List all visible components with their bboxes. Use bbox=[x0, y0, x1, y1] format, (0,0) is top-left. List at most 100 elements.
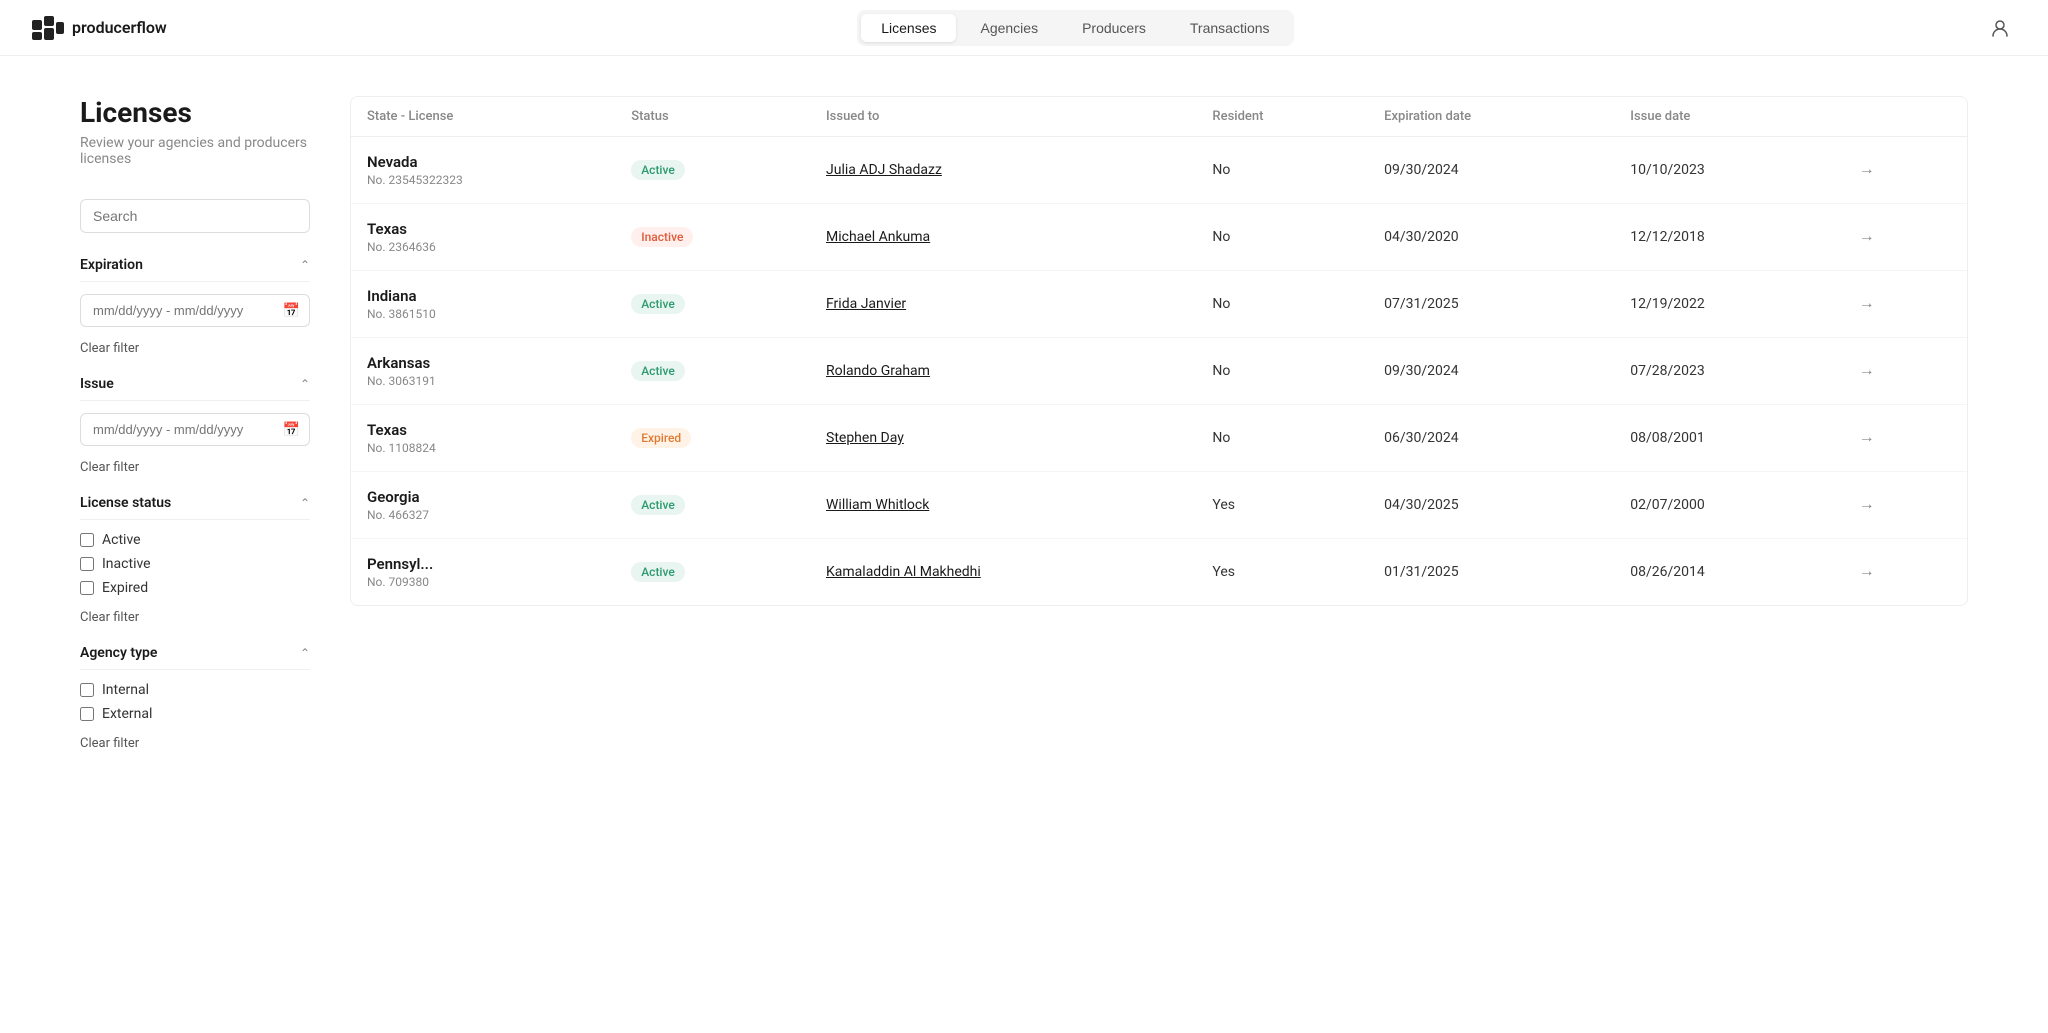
issue-date-val-4: 08/08/2001 bbox=[1630, 430, 1705, 446]
cell-issue-date-4: 08/08/2001 bbox=[1614, 405, 1834, 472]
agency-type-clear-filter[interactable]: Clear filter bbox=[80, 736, 139, 751]
agency-type-chevron-icon: ⌃ bbox=[300, 646, 310, 660]
resident-val-1: No bbox=[1212, 229, 1230, 245]
expiration-date-wrapper: 📅 bbox=[80, 294, 310, 327]
cell-resident-1: No bbox=[1196, 204, 1368, 271]
row-arrow-button-3[interactable]: → bbox=[1851, 358, 1883, 384]
license-status-option-active[interactable]: Active bbox=[80, 532, 310, 548]
license-status-option-inactive[interactable]: Inactive bbox=[80, 556, 310, 572]
row-arrow-button-0[interactable]: → bbox=[1851, 157, 1883, 183]
cell-expiration-3: 09/30/2024 bbox=[1368, 338, 1614, 405]
resident-val-2: No bbox=[1212, 296, 1230, 312]
table-row: Georgia No. 466327 Active William Whitlo… bbox=[351, 472, 1967, 539]
cell-resident-2: No bbox=[1196, 271, 1368, 338]
expiration-date-input[interactable] bbox=[80, 294, 310, 327]
issue-filter: Issue ⌃ 📅 Clear filter bbox=[80, 376, 310, 475]
issued-to-link-5[interactable]: William Whitlock bbox=[826, 497, 929, 513]
license-status-options: Active Inactive Expired bbox=[80, 532, 310, 596]
user-icon[interactable] bbox=[1984, 12, 2016, 44]
cell-expiration-2: 07/31/2025 bbox=[1368, 271, 1614, 338]
row-arrow-button-6[interactable]: → bbox=[1851, 559, 1883, 585]
issue-date-input[interactable] bbox=[80, 413, 310, 446]
sidebar: Licenses Review your agencies and produc… bbox=[80, 96, 310, 771]
cell-state-3: Arkansas No. 3063191 bbox=[351, 338, 615, 405]
row-arrow-button-5[interactable]: → bbox=[1851, 492, 1883, 518]
nav-tab-agencies[interactable]: Agencies bbox=[960, 14, 1058, 42]
issued-to-link-4[interactable]: Stephen Day bbox=[826, 430, 904, 446]
status-badge-5: Active bbox=[631, 495, 685, 515]
nav-tab-producers[interactable]: Producers bbox=[1062, 14, 1166, 42]
agency-type-option-external[interactable]: External bbox=[80, 706, 310, 722]
resident-val-0: No bbox=[1212, 162, 1230, 178]
agency-type-filter-header[interactable]: Agency type ⌃ bbox=[80, 645, 310, 670]
checkbox-inactive[interactable] bbox=[80, 557, 94, 571]
page-title: Licenses bbox=[80, 96, 310, 129]
issued-to-link-0[interactable]: Julia ADJ Shadazz bbox=[826, 162, 942, 178]
agency-type-option-internal[interactable]: Internal bbox=[80, 682, 310, 698]
expiration-clear-filter[interactable]: Clear filter bbox=[80, 341, 139, 356]
checkbox-expired[interactable] bbox=[80, 581, 94, 595]
nav-tab-transactions[interactable]: Transactions bbox=[1170, 14, 1290, 42]
resident-val-4: No bbox=[1212, 430, 1230, 446]
col-header-state_license: State - License bbox=[351, 97, 615, 137]
checkbox-active[interactable] bbox=[80, 533, 94, 547]
license-status-option-expired[interactable]: Expired bbox=[80, 580, 310, 596]
cell-action-2: → bbox=[1835, 271, 1967, 338]
expiration-filter: Expiration ⌃ 📅 Clear filter bbox=[80, 257, 310, 356]
issued-to-link-6[interactable]: Kamaladdin Al Makhedhi bbox=[826, 564, 981, 580]
state-name-4: Texas bbox=[367, 421, 599, 439]
checkbox-agency-internal[interactable] bbox=[80, 683, 94, 697]
issued-to-link-1[interactable]: Michael Ankuma bbox=[826, 229, 930, 245]
table-row: Arkansas No. 3063191 Active Rolando Grah… bbox=[351, 338, 1967, 405]
cell-state-2: Indiana No. 3861510 bbox=[351, 271, 615, 338]
issued-to-link-3[interactable]: Rolando Graham bbox=[826, 363, 930, 379]
expiration-date-val-4: 06/30/2024 bbox=[1384, 430, 1459, 446]
row-arrow-button-2[interactable]: → bbox=[1851, 291, 1883, 317]
col-header-issue_date: Issue date bbox=[1614, 97, 1834, 137]
logo-icon bbox=[32, 16, 64, 40]
nav-tab-licenses[interactable]: Licenses bbox=[861, 14, 956, 42]
cell-issue-date-0: 10/10/2023 bbox=[1614, 137, 1834, 204]
status-badge-6: Active bbox=[631, 562, 685, 582]
state-name-6: Pennsyl... bbox=[367, 555, 599, 573]
cell-resident-4: No bbox=[1196, 405, 1368, 472]
expiration-date-val-2: 07/31/2025 bbox=[1384, 296, 1459, 312]
page-subtitle: Review your agencies and producers licen… bbox=[80, 135, 310, 167]
expiration-date-val-1: 04/30/2020 bbox=[1384, 229, 1459, 245]
cell-expiration-5: 04/30/2025 bbox=[1368, 472, 1614, 539]
cell-issued-to-5: William Whitlock bbox=[810, 472, 1196, 539]
license-no-2: No. 3861510 bbox=[367, 307, 599, 321]
checkbox-agency-external[interactable] bbox=[80, 707, 94, 721]
license-status-filter-header[interactable]: License status ⌃ bbox=[80, 495, 310, 520]
cell-issue-date-6: 08/26/2014 bbox=[1614, 539, 1834, 606]
agency-type-options: Internal External bbox=[80, 682, 310, 722]
cell-status-1: Inactive bbox=[615, 204, 810, 271]
issued-to-link-2[interactable]: Frida Janvier bbox=[826, 296, 906, 312]
cell-issue-date-1: 12/12/2018 bbox=[1614, 204, 1834, 271]
expiration-date-val-6: 01/31/2025 bbox=[1384, 564, 1459, 580]
cell-issue-date-3: 07/28/2023 bbox=[1614, 338, 1834, 405]
issue-filter-header[interactable]: Issue ⌃ bbox=[80, 376, 310, 401]
status-badge-2: Active bbox=[631, 294, 685, 314]
issue-clear-filter[interactable]: Clear filter bbox=[80, 460, 139, 475]
cell-action-3: → bbox=[1835, 338, 1967, 405]
license-status-clear-filter[interactable]: Clear filter bbox=[80, 610, 139, 625]
main-content: State - LicenseStatusIssued toResidentEx… bbox=[350, 96, 1968, 771]
cell-resident-3: No bbox=[1196, 338, 1368, 405]
issue-chevron-icon: ⌃ bbox=[300, 377, 310, 391]
expiration-filter-header[interactable]: Expiration ⌃ bbox=[80, 257, 310, 282]
row-arrow-button-4[interactable]: → bbox=[1851, 425, 1883, 451]
issue-date-val-2: 12/19/2022 bbox=[1630, 296, 1705, 312]
logo-text: producerflow bbox=[72, 18, 167, 37]
cell-expiration-1: 04/30/2020 bbox=[1368, 204, 1614, 271]
status-badge-4: Expired bbox=[631, 428, 691, 448]
expiration-date-val-5: 04/30/2025 bbox=[1384, 497, 1459, 513]
search-input[interactable] bbox=[80, 199, 310, 233]
issue-date-val-5: 02/07/2000 bbox=[1630, 497, 1705, 513]
issue-date-val-1: 12/12/2018 bbox=[1630, 229, 1705, 245]
row-arrow-button-1[interactable]: → bbox=[1851, 224, 1883, 250]
table-row: Texas No. 2364636 Inactive Michael Ankum… bbox=[351, 204, 1967, 271]
cell-state-4: Texas No. 1108824 bbox=[351, 405, 615, 472]
resident-val-3: No bbox=[1212, 363, 1230, 379]
col-header-expiration_date: Expiration date bbox=[1368, 97, 1614, 137]
